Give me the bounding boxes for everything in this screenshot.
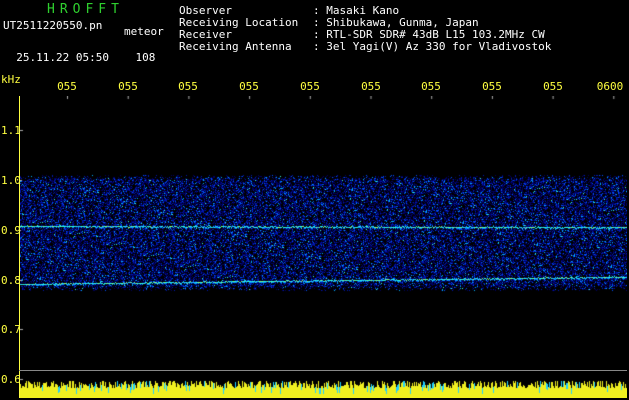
freq-tick: 0.8 (1, 274, 21, 287)
time-text: 05:50 (75, 51, 109, 64)
count-text: 108 (135, 51, 156, 64)
info-antenna: Receiving Antenna (179, 40, 292, 53)
time-tick: 055 (57, 81, 77, 92)
freq-tick: 1.1 (1, 124, 21, 137)
app-brand: HROFFT (47, 2, 124, 17)
unit-label: kHz (1, 73, 21, 86)
freq-tick: 0.7 (1, 323, 21, 336)
file-name: UT2511220550.pn (3, 19, 103, 32)
time-tick: 055 (543, 81, 563, 92)
time-tick: 055 (118, 81, 138, 92)
time-tick: 0600 (596, 81, 624, 92)
time-tick: 055 (482, 81, 502, 92)
freq-tick: 1.0 (1, 174, 21, 187)
freq-tick: 0.9 (1, 224, 21, 237)
spectrogram-canvas (19, 96, 627, 398)
time-tick: 055 (300, 81, 320, 92)
info-antenna-value: : 3el Yagi(V) Az 330 for Vladivostok (313, 40, 552, 53)
time-tick: 055 (421, 81, 441, 92)
time-tick: 055 (361, 81, 381, 92)
freq-tick: 0.6 (1, 373, 21, 386)
y-axis-line (19, 96, 20, 398)
date-text: 25.11.22 (16, 51, 70, 64)
time-tick: 055 (178, 81, 198, 92)
meteor-label: meteor (124, 25, 164, 38)
spectrogram-plot (19, 96, 627, 398)
baseline-divider (19, 370, 627, 371)
date-time-line: 25.11.22 05:50 108 (3, 40, 155, 64)
time-tick: 055 (239, 81, 259, 92)
